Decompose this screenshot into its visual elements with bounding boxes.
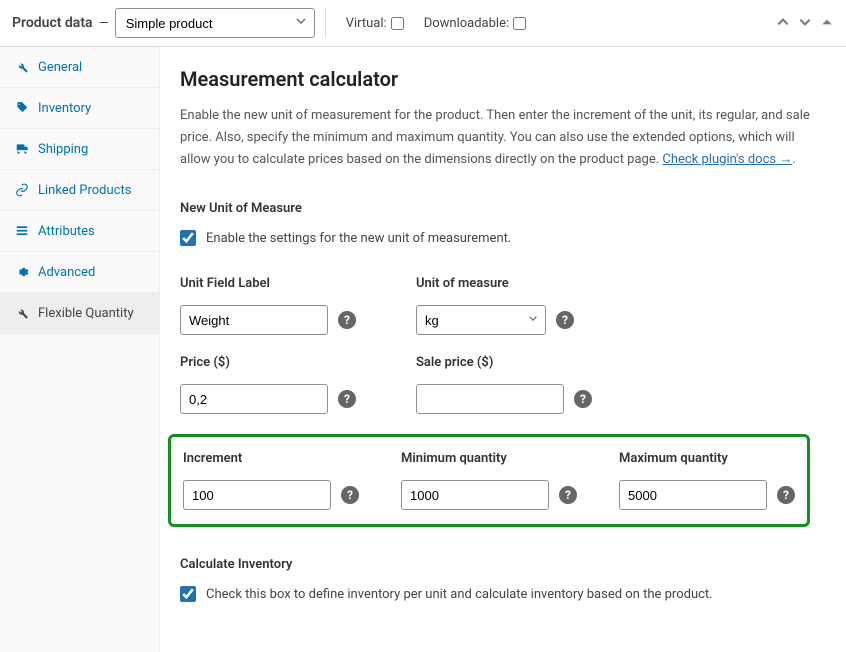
field-label: Maximum quantity [619,451,795,466]
field-label: Sale price ($) [416,355,592,370]
dash: — [99,16,109,31]
virtual-option[interactable]: Virtual: [346,16,404,31]
toggle-panel-icon[interactable] [820,14,834,33]
help-icon[interactable]: ? [341,486,359,504]
panel-title: Product data [12,15,93,31]
virtual-checkbox[interactable] [391,17,404,30]
help-icon[interactable]: ? [556,311,574,329]
min-quantity-field: Minimum quantity ? [401,451,577,510]
unit-of-measure-field: Unit of measure kg ? [416,276,574,335]
highlighted-quantity-box: Increment ? Minimum quantity ? Maximum q… [168,434,810,527]
calc-inventory-label: Calculate Inventory [180,557,810,572]
field-label: Increment [183,451,359,466]
tag-icon [14,100,30,116]
description-suffix: . [792,152,795,167]
calc-inventory-checkbox[interactable] [180,586,196,602]
downloadable-checkbox[interactable] [513,17,526,30]
page-description: Enable the new unit of measurement for t… [180,105,810,171]
panel-body: General Inventory Shipping Linked Produc… [0,47,846,652]
product-type-select[interactable]: Simple product [115,8,315,38]
calc-inventory-row: Check this box to define inventory per u… [180,586,810,602]
field-label: Price ($) [180,355,356,370]
sidebar-item-linked[interactable]: Linked Products [0,170,159,211]
main-content: Measurement calculator Enable the new un… [160,47,846,652]
list-icon [14,223,30,239]
enable-checkbox[interactable] [180,230,196,246]
max-quantity-field: Maximum quantity ? [619,451,795,510]
price-input[interactable] [180,384,328,414]
virtual-label: Virtual: [346,16,387,31]
link-icon [14,182,30,198]
page-heading: Measurement calculator [180,67,810,91]
unit-field-label-field: Unit Field Label ? [180,276,356,335]
sidebar-item-general[interactable]: General [0,47,159,88]
sidebar-item-label: Advanced [38,265,95,280]
header-collapse-controls [776,14,834,33]
collapse-down-icon[interactable] [798,14,812,33]
sidebar-item-flexible-quantity[interactable]: Flexible Quantity [0,293,159,334]
wrench-icon [14,59,30,75]
sidebar: General Inventory Shipping Linked Produc… [0,47,160,652]
downloadable-option[interactable]: Downloadable: [424,16,526,31]
sidebar-item-label: Linked Products [38,183,131,198]
max-quantity-input[interactable] [619,480,767,510]
fields-row-1: Unit Field Label ? Unit of measure kg [180,276,810,335]
sidebar-item-label: Flexible Quantity [38,306,134,321]
price-field: Price ($) ? [180,355,356,414]
sidebar-item-label: Inventory [38,101,91,116]
calc-inventory-desc: Check this box to define inventory per u… [206,587,713,602]
sidebar-item-shipping[interactable]: Shipping [0,129,159,170]
field-label: Minimum quantity [401,451,577,466]
new-unit-label: New Unit of Measure [180,201,810,216]
increment-input[interactable] [183,480,331,510]
increment-field: Increment ? [183,451,359,510]
fields-row-2: Price ($) ? Sale price ($) ? [180,355,810,414]
sidebar-item-label: General [38,60,82,75]
unit-field-label-input[interactable] [180,305,328,335]
sidebar-item-label: Attributes [38,224,95,239]
gear-icon [14,264,30,280]
min-quantity-input[interactable] [401,480,549,510]
sidebar-item-attributes[interactable]: Attributes [0,211,159,252]
enable-row: Enable the settings for the new unit of … [180,230,810,246]
header-options: Virtual: Downloadable: [346,16,526,31]
sale-price-input[interactable] [416,384,564,414]
sidebar-item-label: Shipping [38,142,88,157]
help-icon[interactable]: ? [574,390,592,408]
panel-header: Product data — Simple product Virtual: D… [0,0,846,47]
sidebar-item-advanced[interactable]: Advanced [0,252,159,293]
downloadable-label: Downloadable: [424,16,509,31]
separator [325,8,326,38]
enable-label: Enable the settings for the new unit of … [206,231,511,246]
sale-price-field: Sale price ($) ? [416,355,592,414]
docs-link[interactable]: Check plugin's docs → [662,152,792,167]
truck-icon [14,141,30,157]
collapse-up-icon[interactable] [776,14,790,33]
sidebar-item-inventory[interactable]: Inventory [0,88,159,129]
help-icon[interactable]: ? [559,486,577,504]
wrench-icon [14,305,30,321]
field-label: Unit Field Label [180,276,356,291]
help-icon[interactable]: ? [338,311,356,329]
help-icon[interactable]: ? [777,486,795,504]
unit-of-measure-select[interactable]: kg [416,305,546,335]
help-icon[interactable]: ? [338,390,356,408]
field-label: Unit of measure [416,276,574,291]
